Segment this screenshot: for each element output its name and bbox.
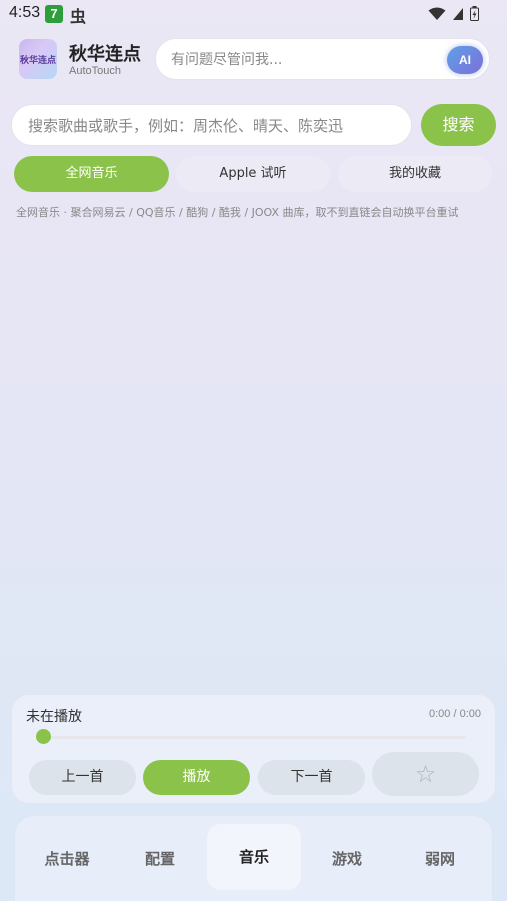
tab-apple-preview[interactable]: Apple 试听 [176,156,330,192]
status-bar: 4:53 7 虫 [0,0,507,30]
tab-my-favorites[interactable]: 我的收藏 [338,156,492,192]
wifi-icon [428,7,446,20]
ai-question-input[interactable] [171,49,431,71]
previous-track-button[interactable]: 上一首 [29,760,136,795]
status-indicators [428,6,479,21]
music-source-tabs: 全网音乐 Apple 试听 我的收藏 [0,156,507,192]
nav-item-config[interactable]: 配置 [117,830,203,888]
playback-time: 0:00 / 0:00 [429,708,481,720]
progress-slider[interactable] [43,736,466,739]
ai-assistant-box: AI [155,38,490,80]
ai-button[interactable]: AI [447,46,483,74]
notification-badge-icon: 7 [45,5,63,23]
song-search-input[interactable] [28,115,398,137]
nav-item-music[interactable]: 音乐 [207,824,301,890]
nav-item-game[interactable]: 游戏 [304,830,390,888]
bottom-nav: 点击器 配置 音乐 游戏 弱网 [14,815,493,901]
music-player: 未在播放 0:00 / 0:00 上一首 播放 下一首 ☆ [11,694,496,804]
nav-item-clicker[interactable]: 点击器 [24,830,110,888]
source-description: 全网音乐 · 聚合网易云 / QQ音乐 / 酷狗 / 酷我 / JOOX 曲库，… [16,206,459,219]
bug-icon: 虫 [70,7,87,26]
app-header: 秋华连点 秋华连点 AutoTouch AI [0,36,507,82]
song-search-box [11,104,412,146]
star-outline-icon: ☆ [414,760,437,788]
nav-item-weak-network[interactable]: 弱网 [397,830,483,888]
favorite-button[interactable]: ☆ [372,752,479,796]
app-logo: 秋华连点 [19,39,57,79]
progress-slider-thumb[interactable] [36,729,51,744]
status-time: 4:53 [9,4,41,21]
cell-signal-icon [453,7,463,20]
search-button[interactable]: 搜索 [421,104,496,146]
next-track-button[interactable]: 下一首 [258,760,365,795]
playback-status: 未在播放 [26,709,82,725]
app-title: 秋华连点 [69,44,141,65]
battery-icon [470,6,479,21]
tab-all-music[interactable]: 全网音乐 [14,156,169,192]
app-subtitle: AutoTouch [69,65,121,77]
play-button[interactable]: 播放 [143,760,250,795]
